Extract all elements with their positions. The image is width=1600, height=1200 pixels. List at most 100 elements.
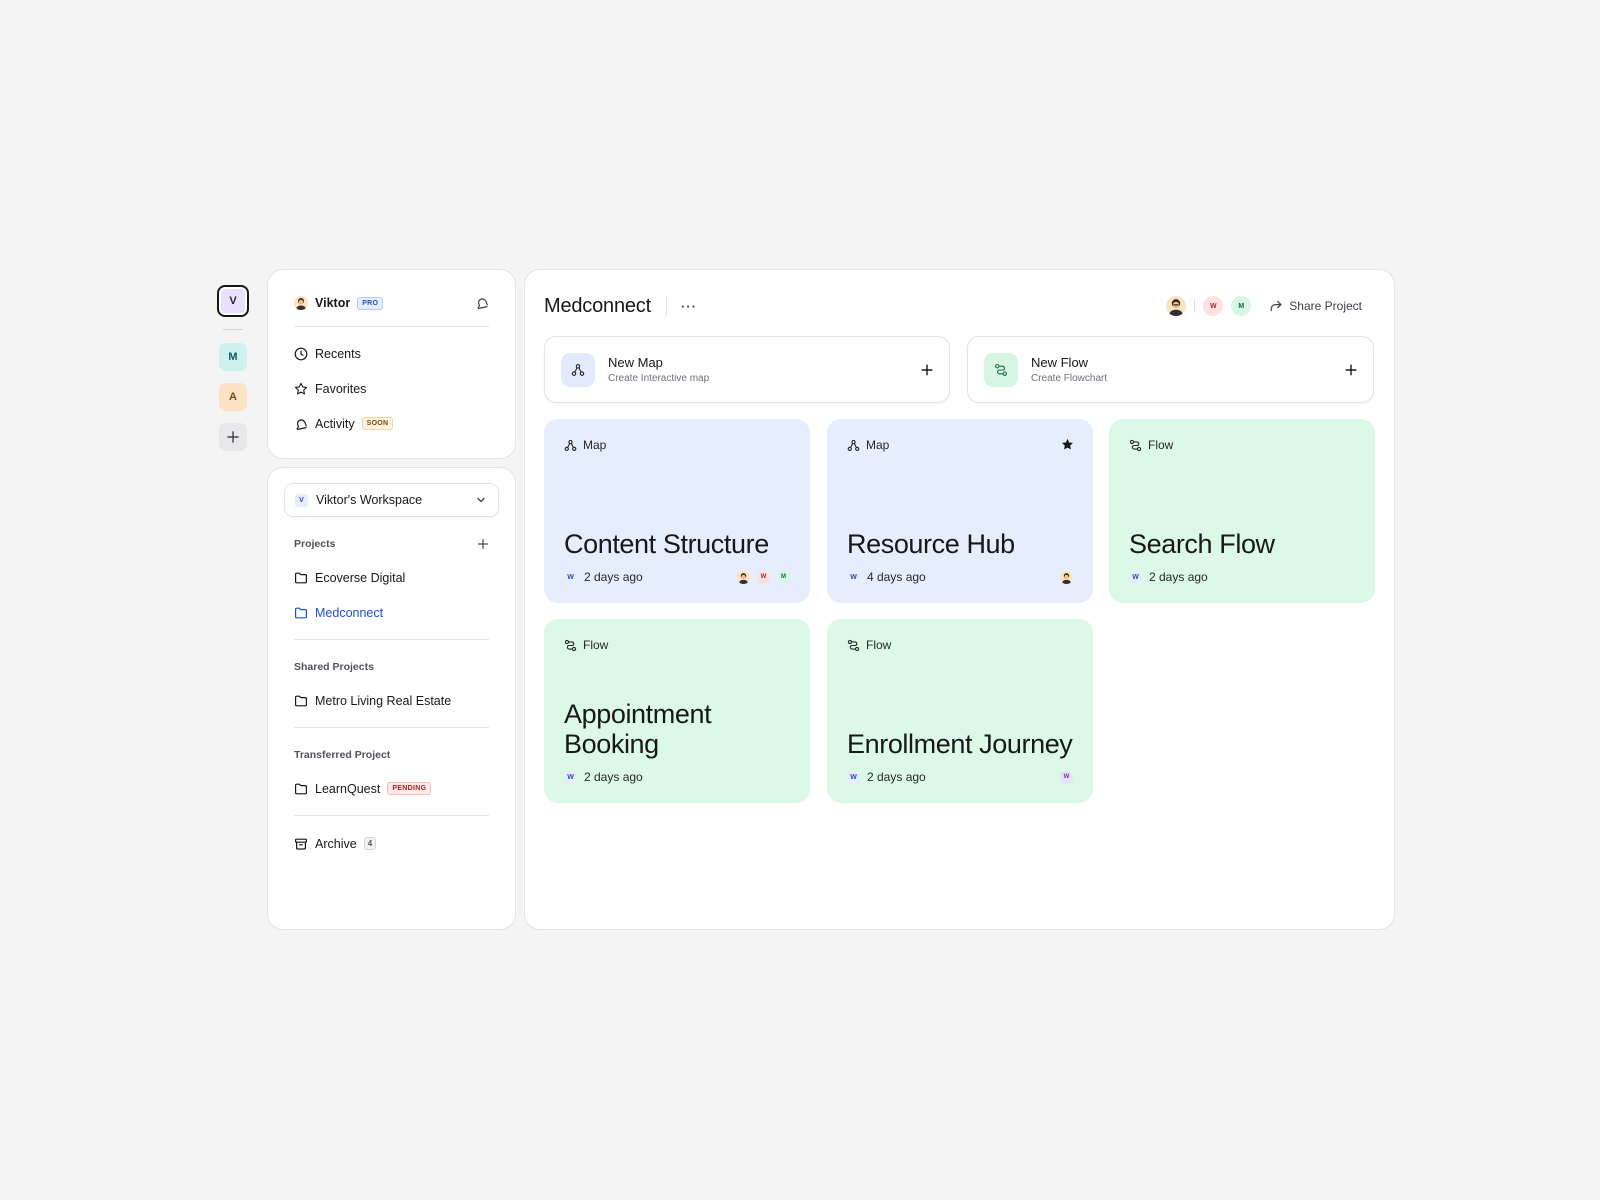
owner-avatar	[737, 570, 750, 584]
card-title: Content Structure	[564, 529, 769, 559]
project-card-enrollment-journey[interactable]: Flow Enrollment Journey W 2 days ago W	[827, 619, 1093, 803]
card-avatars: W	[1053, 770, 1073, 784]
nav-favorites[interactable]: Favorites	[294, 371, 489, 406]
workspace-switch-a[interactable]: A	[219, 383, 247, 411]
share-icon	[1270, 300, 1282, 312]
soon-badge: SOON	[361, 417, 394, 430]
card-type: Map	[564, 437, 790, 453]
card-footer: W 2 days ago	[1129, 570, 1355, 584]
card-type-label: Flow	[583, 638, 609, 652]
user-name[interactable]: Viktor	[315, 296, 350, 310]
clock-icon	[294, 347, 308, 360]
new-flow-text: New Flow Create Flowchart	[1031, 355, 1107, 384]
main-panel: Medconnect ··· W M Share Project New Map…	[524, 269, 1395, 930]
workspace-badge: W	[847, 570, 860, 584]
map-icon	[564, 439, 577, 451]
card-updated-time: 2 days ago	[584, 570, 643, 584]
project-card-search-flow[interactable]: Flow Search Flow W 2 days ago	[1109, 419, 1375, 603]
divider	[294, 639, 489, 640]
transferred-project-heading-label: Transferred Project	[294, 749, 391, 761]
workspace-select[interactable]: V Viktor's Workspace	[284, 483, 499, 517]
divider	[294, 326, 489, 327]
projects-heading-label: Projects	[294, 538, 336, 550]
collaborator-avatar-w: W	[1060, 770, 1073, 784]
project-item-ecoverse-digital[interactable]: Ecoverse Digital	[294, 560, 489, 595]
title-divider	[665, 296, 667, 316]
card-footer: W 4 days ago	[847, 570, 1073, 584]
new-map-subtitle: Create Interactive map	[608, 373, 710, 384]
map-icon	[847, 439, 860, 451]
user-avatar[interactable]	[294, 296, 308, 310]
star-filled-icon[interactable]	[1061, 438, 1074, 451]
archive-item[interactable]: Archive 4	[294, 826, 489, 861]
card-title: Appointment Booking	[564, 699, 712, 759]
user-row: Viktor PRO	[294, 294, 489, 312]
owner-avatar[interactable]	[1166, 296, 1187, 316]
transferred-project-heading: Transferred Project	[294, 745, 489, 765]
project-label: Metro Living Real Estate	[315, 693, 452, 708]
project-item-learnquest[interactable]: LearnQuest PENDING	[294, 771, 489, 806]
workspace-rail: V M A	[216, 285, 250, 451]
folder-icon	[295, 607, 307, 618]
nav-activity[interactable]: Activity SOON	[294, 406, 489, 441]
new-flow-title: New Flow	[1031, 355, 1089, 370]
project-card-content-structure[interactable]: Map Content Structure W 2 days ago W M	[544, 419, 810, 603]
star-icon	[294, 382, 308, 395]
new-map-icon-tile	[561, 352, 595, 387]
share-project-label: Share Project	[1289, 299, 1362, 313]
workspace-badge: W	[1129, 570, 1142, 584]
card-type: Map	[847, 437, 1073, 453]
project-card-appointment-booking[interactable]: Flow Appointment Booking W 2 days ago	[544, 619, 810, 803]
project-card-resource-hub[interactable]: Map Resource Hub W 4 days ago	[827, 419, 1093, 603]
page-title: Medconnect	[544, 294, 651, 317]
plan-badge: PRO	[357, 296, 384, 310]
sidebar-user-panel: Viktor PRO Recents Favorites Activity SO…	[267, 269, 516, 459]
add-project-icon[interactable]	[477, 538, 489, 550]
add-workspace-button[interactable]	[219, 423, 247, 451]
collaborator-avatar-m: M	[777, 570, 790, 584]
more-options-button[interactable]: ···	[681, 299, 697, 314]
shared-projects-heading: Shared Projects	[294, 657, 489, 677]
card-footer: W 2 days ago W	[847, 770, 1073, 784]
collaborator-avatar-w[interactable]: W	[1203, 296, 1224, 316]
folder-icon	[295, 783, 307, 794]
card-updated-time: 2 days ago	[867, 770, 926, 784]
card-updated-time: 2 days ago	[584, 770, 643, 784]
nav-favorites-label: Favorites	[315, 381, 367, 396]
share-project-button[interactable]: Share Project	[1269, 299, 1362, 313]
flow-icon	[847, 639, 860, 651]
bell-icon[interactable]	[475, 296, 489, 310]
card-footer: W 2 days ago	[564, 770, 790, 784]
nav-recents-label: Recents	[315, 346, 361, 361]
workspace-switch-m[interactable]: M	[219, 343, 247, 371]
divider	[294, 815, 489, 816]
avatar-divider	[1194, 299, 1196, 313]
card-updated-time: 2 days ago	[1149, 570, 1208, 584]
workspace-switch-v[interactable]: V	[217, 285, 249, 317]
divider	[294, 727, 489, 728]
bell-icon	[296, 418, 307, 430]
sidebar-projects-panel: V Viktor's Workspace Projects Ecoverse D…	[267, 467, 516, 930]
card-type-label: Map	[583, 438, 607, 452]
folder-icon	[295, 572, 307, 583]
workspace-select-label: Viktor's Workspace	[316, 493, 423, 507]
archive-label: Archive	[315, 836, 357, 851]
card-avatars	[1053, 570, 1073, 584]
card-title: Search Flow	[1129, 529, 1275, 559]
archive-icon	[295, 838, 308, 850]
card-updated-time: 4 days ago	[867, 570, 926, 584]
nav-recents[interactable]: Recents	[294, 336, 489, 371]
card-type-label: Flow	[866, 638, 892, 652]
chevron-down-icon	[477, 497, 485, 503]
new-map-text: New Map Create Interactive map	[608, 355, 709, 384]
map-icon	[571, 363, 585, 376]
project-item-medconnect[interactable]: Medconnect	[294, 595, 489, 630]
card-type-label: Map	[866, 438, 890, 452]
project-item-metro-living[interactable]: Metro Living Real Estate	[294, 683, 489, 718]
project-label: Medconnect	[315, 605, 384, 620]
new-map-button[interactable]: New Map Create Interactive map	[544, 336, 950, 403]
collaborator-avatar-m[interactable]: M	[1231, 296, 1252, 316]
new-flow-button[interactable]: New Flow Create Flowchart	[967, 336, 1374, 403]
workspace-badge: W	[564, 570, 577, 584]
shared-projects-heading-label: Shared Projects	[294, 661, 374, 673]
